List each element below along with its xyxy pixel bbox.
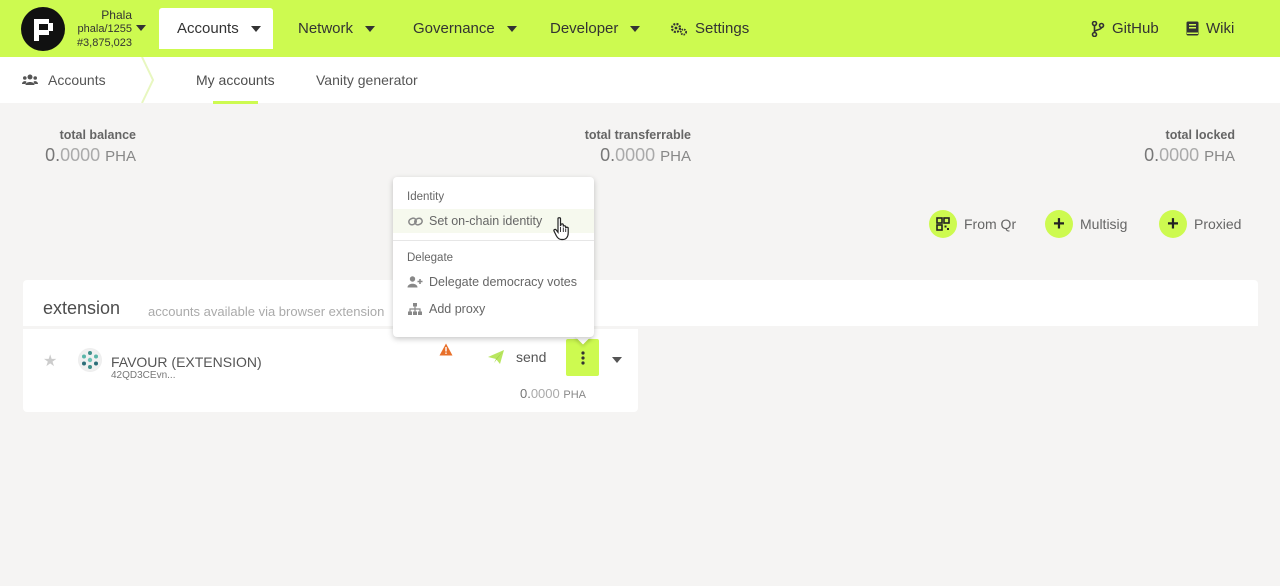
popup-identity-heading: Identity bbox=[407, 191, 445, 203]
add-proxy-item[interactable]: Add proxy bbox=[393, 297, 594, 321]
send-label: send bbox=[516, 349, 547, 365]
top-bar: Phala phala/1255 #3,875,023 Accounts Net… bbox=[0, 0, 1280, 57]
nav-developer-label: Developer bbox=[550, 20, 619, 37]
plus-icon: + bbox=[1159, 210, 1187, 238]
warning-icon bbox=[439, 343, 453, 361]
phala-logo-icon bbox=[34, 19, 53, 41]
paper-plane-icon bbox=[488, 350, 504, 364]
chevron-down-icon bbox=[506, 25, 517, 32]
sub-nav: Accounts My accounts Vanity generator bbox=[0, 57, 1280, 103]
gears-icon bbox=[670, 22, 688, 36]
total-transferrable-dec: 0000 bbox=[615, 145, 656, 165]
nav-github[interactable]: GitHub bbox=[1091, 8, 1159, 49]
nav-accounts-label: Accounts bbox=[177, 20, 239, 37]
total-transferrable-int: 0. bbox=[600, 145, 616, 165]
nav-network-label: Network bbox=[298, 20, 354, 37]
nav-wiki-label: Wiki bbox=[1206, 20, 1235, 37]
total-balance-unit: PHA bbox=[105, 148, 136, 165]
nav-network[interactable]: Network bbox=[298, 8, 376, 49]
total-transferrable-value: 0.0000 PHA bbox=[585, 145, 691, 166]
nav-developer[interactable]: Developer bbox=[550, 8, 641, 49]
total-balance-int: 0. bbox=[45, 145, 61, 165]
code-branch-icon bbox=[1091, 20, 1105, 37]
account-balance-unit: PHA bbox=[563, 389, 586, 401]
popup-delegate-heading: Delegate bbox=[407, 252, 454, 264]
link-icon bbox=[407, 216, 423, 227]
chevron-down-icon bbox=[365, 25, 376, 32]
total-transferrable-unit: PHA bbox=[660, 148, 691, 165]
set-onchain-identity-label: Set on-chain identity bbox=[429, 214, 543, 228]
total-balance-value: 0.0000 PHA bbox=[45, 145, 136, 166]
account-balance-int: 0. bbox=[519, 386, 531, 401]
star-icon[interactable]: ★ bbox=[43, 351, 57, 371]
from-qr-button[interactable]: From Qr bbox=[929, 210, 1016, 238]
phala-logo[interactable] bbox=[21, 7, 65, 51]
account-name: FAVOUR (EXTENSION) bbox=[111, 354, 262, 370]
delegate-democracy-votes-item[interactable]: Delegate democracy votes bbox=[393, 270, 594, 294]
delegate-democracy-votes-label: Delegate democracy votes bbox=[429, 275, 577, 289]
multisig-button[interactable]: + Multisig bbox=[1045, 210, 1127, 238]
nav-accounts[interactable]: Accounts bbox=[159, 8, 273, 49]
tab-vanity-generator[interactable]: Vanity generator bbox=[316, 57, 418, 103]
chain-selector[interactable]: Phala phala/1255 #3,875,023 bbox=[72, 8, 132, 50]
add-proxy-label: Add proxy bbox=[429, 302, 486, 316]
nav-settings-label: Settings bbox=[695, 20, 750, 37]
total-locked-int: 0. bbox=[1144, 145, 1160, 165]
total-locked-unit: PHA bbox=[1204, 148, 1235, 165]
total-locked-label: total locked bbox=[1165, 128, 1235, 142]
chain-name: Phala bbox=[101, 8, 132, 22]
total-balance-dec: 0000 bbox=[60, 145, 101, 165]
subnav-section-label: Accounts bbox=[48, 72, 106, 88]
book-icon bbox=[1186, 21, 1199, 36]
total-locked: total locked 0.0000 PHA bbox=[1144, 128, 1235, 166]
total-locked-value: 0.0000 PHA bbox=[1144, 145, 1235, 166]
total-transferrable: total transferrable 0.0000 PHA bbox=[585, 128, 691, 166]
account-balance: 0.0000 PHA bbox=[520, 386, 586, 401]
tab-my-accounts[interactable]: My accounts bbox=[196, 57, 275, 103]
qrcode-icon bbox=[929, 210, 957, 238]
nav-wiki[interactable]: Wiki bbox=[1186, 8, 1234, 49]
proxied-button[interactable]: + Proxied bbox=[1159, 210, 1241, 238]
chevron-down-icon bbox=[630, 25, 641, 32]
total-locked-dec: 0000 bbox=[1159, 145, 1200, 165]
extension-title: extension bbox=[43, 298, 121, 318]
chain-version: phala/1255 bbox=[77, 23, 132, 35]
nav-governance[interactable]: Governance bbox=[413, 8, 517, 49]
account-balance-dec: 0000 bbox=[530, 386, 560, 401]
multisig-label: Multisig bbox=[1080, 216, 1128, 232]
from-qr-label: From Qr bbox=[964, 216, 1017, 232]
subnav-section-accounts: Accounts bbox=[22, 57, 106, 103]
total-balance: total balance 0.0000 PHA bbox=[45, 128, 136, 166]
identicon-icon[interactable] bbox=[78, 348, 102, 372]
ellipsis-vertical-icon bbox=[580, 350, 585, 365]
block-number: #3,875,023 bbox=[76, 37, 132, 49]
plus-icon: + bbox=[1045, 210, 1073, 238]
user-plus-icon bbox=[407, 276, 423, 288]
hand-pointer-cursor-icon bbox=[553, 217, 569, 241]
account-row: ★ FAVOUR (EXTENSION) 42QD3CEvn... send 0… bbox=[23, 329, 638, 412]
account-address[interactable]: 42QD3CEvn... bbox=[111, 370, 175, 381]
nav-settings[interactable]: Settings bbox=[670, 8, 749, 49]
proxied-label: Proxied bbox=[1194, 216, 1242, 232]
total-balance-label: total balance bbox=[59, 128, 136, 142]
send-button[interactable]: send bbox=[488, 349, 546, 365]
extension-subtitle: accounts available via browser extension bbox=[148, 304, 385, 319]
account-actions-popup: Identity Set on-chain identity Delegate … bbox=[393, 177, 594, 337]
expand-chevron-icon[interactable] bbox=[612, 357, 622, 363]
total-transferrable-label: total transferrable bbox=[584, 128, 691, 142]
breadcrumb-chevron-icon bbox=[141, 57, 155, 103]
sitemap-icon bbox=[407, 303, 423, 315]
active-tab-indicator bbox=[213, 101, 258, 104]
chain-caret-icon[interactable] bbox=[136, 25, 146, 31]
nav-github-label: GitHub bbox=[1112, 20, 1159, 37]
users-icon bbox=[22, 74, 38, 86]
chevron-down-icon bbox=[250, 25, 261, 32]
extension-header: extension accounts available via browser… bbox=[23, 280, 1258, 326]
nav-governance-label: Governance bbox=[413, 20, 495, 37]
